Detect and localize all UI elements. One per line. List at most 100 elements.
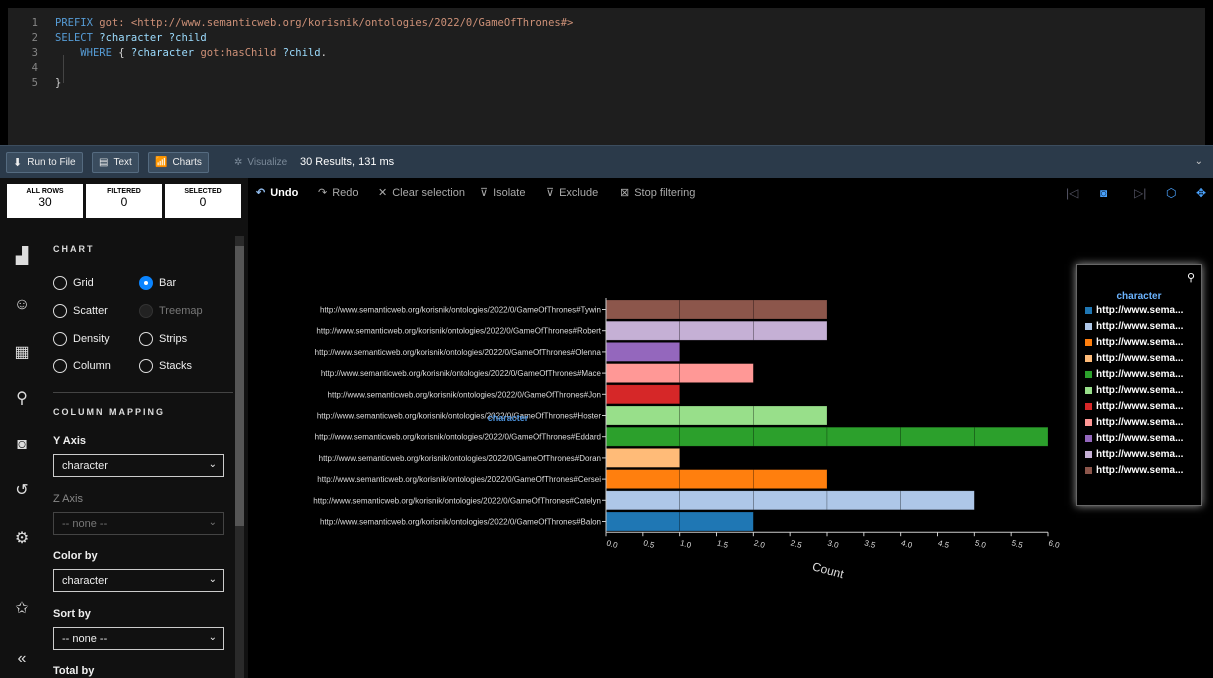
settings-icon[interactable]: ⚙ [11, 528, 33, 550]
legend[interactable]: ⚲ character http://www.sema... http://www… [1076, 264, 1202, 506]
exclude-button[interactable]: ⊽ Exclude [546, 186, 598, 200]
panel-scroll-thumb[interactable] [235, 246, 244, 526]
pin-icon[interactable]: ⚲ [1187, 271, 1195, 284]
bar-segment[interactable] [605, 363, 680, 383]
bar-segment[interactable] [753, 469, 828, 489]
collapse-chevron-icon[interactable]: ⌄ [1195, 156, 1203, 167]
bar-segment[interactable] [826, 426, 901, 447]
chart-type-treemap[interactable]: Treemap [139, 304, 203, 318]
bar-segment[interactable] [605, 320, 680, 341]
color-by-select[interactable]: character ⌄ [53, 569, 224, 592]
bar-segment[interactable] [605, 490, 680, 511]
bar-segment[interactable] [679, 490, 754, 511]
bar-segment[interactable] [753, 299, 828, 320]
legend-item[interactable]: http://www.sema... [1085, 449, 1183, 460]
x-axis-title: Count [811, 559, 846, 581]
chart-type-grid[interactable]: Grid [53, 276, 94, 290]
legend-item[interactable]: http://www.sema... [1085, 321, 1183, 332]
x-tick-label: 0.5 [642, 538, 656, 550]
redo-button[interactable]: ↷ Redo [318, 186, 359, 200]
chart-type-density[interactable]: Density [53, 332, 110, 346]
legend-item[interactable]: http://www.sema... [1085, 337, 1183, 348]
legend-swatch [1085, 435, 1092, 442]
query-editor[interactable]: 1 PREFIX got: <http://www.semanticweb.org… [8, 8, 1205, 145]
z-axis-select[interactable]: -- none -- ⌄ [53, 512, 224, 535]
y-tick-label: http://www.semanticweb.org/korisnik/onto… [317, 475, 601, 484]
legend-item[interactable]: http://www.sema... [1085, 465, 1183, 476]
legend-item[interactable]: http://www.sema... [1085, 369, 1183, 380]
chart-type-stacks[interactable]: Stacks [139, 359, 192, 373]
bar-chart[interactable]: http://www.semanticweb.org/korisnik/onto… [248, 258, 1068, 678]
visualize-button[interactable]: ✲ Visualize [228, 152, 293, 173]
run-to-file-button[interactable]: ⬇ Run to File [6, 152, 83, 173]
bar-segment[interactable] [605, 448, 680, 468]
table-icon[interactable]: ▦ [11, 342, 33, 364]
legend-item[interactable]: http://www.sema... [1085, 401, 1183, 412]
selected-count: SELECTED 0 [165, 184, 241, 218]
bar-segment[interactable] [605, 469, 680, 489]
bar-segment[interactable] [753, 490, 828, 511]
chart-icon[interactable]: ▟ [11, 246, 33, 268]
bar-segment[interactable] [605, 384, 680, 405]
legend-item[interactable]: http://www.sema... [1085, 433, 1183, 444]
chart-type-strips[interactable]: Strips [139, 332, 187, 346]
chart-type-column[interactable]: Column [53, 359, 111, 373]
chart-type-scatter[interactable]: Scatter [53, 304, 108, 318]
filter-exclude-icon: ⊽ [546, 187, 555, 199]
legend-label: http://www.sema... [1096, 433, 1184, 444]
bar-segment[interactable] [679, 405, 754, 426]
history-icon[interactable]: ↺ [11, 480, 33, 502]
bar-segment[interactable] [605, 342, 680, 362]
bar-segment[interactable] [679, 299, 754, 320]
y-tick-label: http://www.semanticweb.org/korisnik/onto… [321, 369, 602, 378]
bar-segment[interactable] [753, 405, 828, 426]
bar-segment[interactable] [974, 426, 1049, 447]
bar-segment[interactable] [753, 320, 828, 341]
bar-segment[interactable] [605, 511, 680, 532]
text-view-button[interactable]: ▤ Text [92, 152, 139, 173]
legend-item[interactable]: http://www.sema... [1085, 417, 1183, 428]
bar-segment[interactable] [679, 320, 754, 341]
legend-title: character [1116, 291, 1162, 302]
cube-icon[interactable]: ⬡ [1166, 186, 1176, 200]
stop-filtering-button[interactable]: ⊠ Stop filtering [620, 186, 695, 200]
bar-segment[interactable] [900, 426, 975, 447]
collapse-left-icon[interactable]: « [11, 648, 33, 670]
isolate-button[interactable]: ⊽ Isolate [480, 186, 525, 200]
legend-item[interactable]: http://www.sema... [1085, 353, 1183, 364]
total-by-label: Total by [53, 665, 95, 677]
search-icon[interactable]: ⚲ [11, 388, 33, 410]
bar-segment[interactable] [679, 363, 754, 383]
x-tick-label: 3.5 [863, 538, 877, 550]
pin-icon[interactable]: ✩ [11, 598, 33, 620]
y-axis-select[interactable]: character ⌄ [53, 454, 224, 477]
legend-item[interactable]: http://www.sema... [1085, 305, 1183, 316]
charts-view-button[interactable]: 📶 Charts [148, 152, 209, 173]
legend-item[interactable]: http://www.sema... [1085, 385, 1183, 396]
legend-swatch [1085, 371, 1092, 378]
clear-selection-button[interactable]: ✕ Clear selection [378, 186, 465, 200]
chart-type-bar[interactable]: Bar [139, 276, 176, 290]
visualize-icon: ✲ [234, 157, 243, 168]
last-page-icon[interactable]: ▷| [1134, 186, 1146, 200]
palette-icon[interactable]: ☺ [11, 294, 33, 316]
camera-icon[interactable]: ◙ [11, 434, 33, 456]
legend-label: http://www.sema... [1096, 449, 1184, 460]
bar-segment[interactable] [679, 511, 754, 532]
move-icon[interactable]: ✥ [1196, 186, 1206, 200]
y-tick-label: http://www.semanticweb.org/korisnik/onto… [315, 433, 601, 442]
x-tick-label: 5.0 [974, 538, 988, 550]
bar-segment[interactable] [679, 426, 754, 447]
bar-segment[interactable] [605, 426, 680, 447]
bar-segment[interactable] [605, 405, 680, 426]
code-text: } [55, 77, 62, 89]
bar-segment[interactable] [679, 469, 754, 489]
sort-by-select[interactable]: -- none -- ⌄ [53, 627, 224, 650]
bar-segment[interactable] [605, 299, 680, 320]
first-page-icon[interactable]: |◁ [1066, 186, 1078, 200]
bar-segment[interactable] [753, 426, 828, 447]
undo-button[interactable]: ↶ Undo [256, 186, 298, 200]
screenshot-icon[interactable]: ◙ [1100, 186, 1107, 200]
bar-segment[interactable] [826, 490, 901, 511]
bar-segment[interactable] [900, 490, 975, 511]
